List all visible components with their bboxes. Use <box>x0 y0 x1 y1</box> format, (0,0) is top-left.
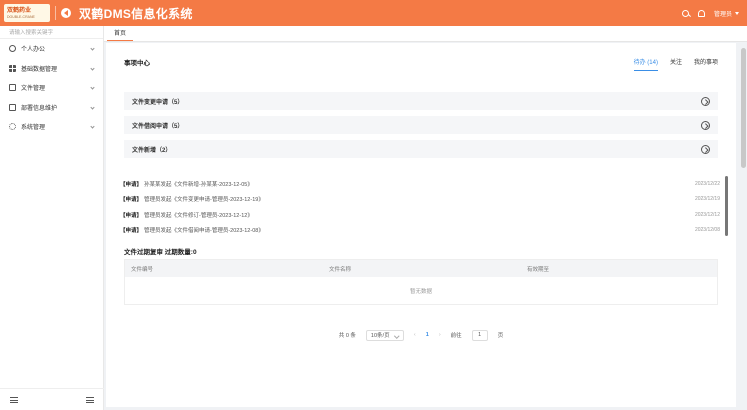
message-tag: 【申请】 <box>120 197 143 204</box>
header-divider <box>55 6 56 20</box>
message-date: 2023/12/19 <box>694 196 720 203</box>
header-actions: 管理员 <box>681 0 739 26</box>
file-icon <box>9 84 16 92</box>
pagination: 共 0 条 10条/页 ‹ 1 › 前往 1 页 <box>106 329 736 341</box>
message-tag: 【申请】 <box>120 181 143 188</box>
brand-logo: 双鹤药业 DOUBLE-CRANE <box>4 4 50 22</box>
page-size-select[interactable]: 10条/页 <box>365 329 404 341</box>
message-list: 【申请】 孙某某发起《文件新增-孙某某-2023-12-05》 2023/12/… <box>120 176 720 236</box>
list-item[interactable]: 【申请】 管理员发起《文件借阅申请-管理员-2023-12-08》 2023/1… <box>120 223 720 237</box>
collapse-group-change[interactable]: 文件变更申请（5） <box>124 92 718 110</box>
sidebar-item-label: 个人办公 <box>21 47 46 54</box>
main-area: 首页 事项中心 待办 (14) 关注 我的事项 文件变更申请（5） 文件借阅申请… <box>104 26 747 410</box>
user-menu[interactable]: 管理员 <box>714 9 732 18</box>
message-date: 2023/12/12 <box>694 211 720 218</box>
sidebar-footer <box>0 388 104 410</box>
message-text[interactable]: 管理员发起《文件借阅申请-管理员-2023-12-08》 <box>144 226 264 234</box>
pager-total: 共 0 条 <box>338 333 356 339</box>
subtab-todo[interactable]: 待办 (14) <box>633 57 658 71</box>
chevron-down-icon <box>90 104 95 110</box>
group-label: 文件变更申请（5） <box>132 99 184 106</box>
menu-fold-icon[interactable] <box>10 397 18 403</box>
sidebar-item-deploy-info[interactable]: 部署信息维护 <box>0 98 103 118</box>
top-header: 双鹤药业 DOUBLE-CRANE 双鹤DMS信息化系统 管理员 <box>0 0 747 26</box>
sidebar-item-label: 基础数据管理 <box>21 66 58 73</box>
sidebar-item-system[interactable]: 系统管理 <box>0 117 103 137</box>
expire-table: 文件编号 文件名称 有效期至 暂无数据 <box>124 259 718 305</box>
message-text[interactable]: 孙某某发起《文件新增-孙某某-2023-12-05》 <box>144 180 253 188</box>
tab-bar: 首页 <box>104 26 747 42</box>
gear-icon <box>9 123 16 131</box>
person-icon <box>9 45 16 53</box>
sidebar-item-label: 文件管理 <box>21 86 46 93</box>
prev-page-button[interactable]: ‹ <box>414 332 416 338</box>
logo-subtext: DOUBLE-CRANE <box>7 14 35 19</box>
message-tag: 【申请】 <box>120 212 143 219</box>
list-item[interactable]: 【申请】 管理员发起《文件变更申请-管理员-2023-12-19》 2023/1… <box>120 192 720 208</box>
table-empty: 暂无数据 <box>409 288 432 295</box>
app-title: 双鹤DMS信息化系统 <box>79 6 193 21</box>
chevron-right-circle-icon[interactable] <box>701 144 710 154</box>
doc-icon <box>9 103 16 111</box>
chevron-right-circle-icon[interactable] <box>701 96 710 106</box>
sidebar-item-base-data[interactable]: 基础数据管理 <box>0 59 103 79</box>
list-item[interactable]: 【申请】 孙某某发起《文件新增-孙某某-2023-12-05》 2023/12/… <box>120 176 720 192</box>
next-page-button[interactable]: › <box>439 332 441 338</box>
group-label: 文件借阅申请（5） <box>132 123 184 130</box>
message-text[interactable]: 管理员发起《文件变更申请-管理员-2023-12-19》 <box>144 195 264 203</box>
chevron-down-icon <box>90 46 95 51</box>
message-tag: 【申请】 <box>120 228 143 235</box>
chevron-down-icon[interactable] <box>735 11 739 15</box>
column-header: 文件编号 <box>131 266 154 273</box>
tab-home[interactable]: 首页 <box>107 25 134 41</box>
expire-review-title: 文件过期复审 过期数量:0 <box>124 249 197 256</box>
sidebar: 请输入搜索关键字 个人办公 基础数据管理 文件管理 部署信息维护 系统管理 <box>0 26 104 410</box>
group-label: 文件新增（2） <box>132 147 172 154</box>
chevron-down-icon <box>90 65 95 71</box>
collapse-group-new[interactable]: 文件新增（2） <box>124 140 718 158</box>
bell-icon[interactable] <box>697 9 705 17</box>
todo-subtabs: 待办 (14) 关注 我的事项 <box>633 57 718 71</box>
chevron-right-circle-icon[interactable] <box>701 120 710 130</box>
sidebar-item-personal-office[interactable]: 个人办公 <box>0 39 103 59</box>
column-header: 有效期至 <box>527 266 550 273</box>
subtab-follow[interactable]: 关注 <box>670 57 682 71</box>
page-suffix: 页 <box>497 333 504 339</box>
subtab-my-items[interactable]: 我的事项 <box>694 57 718 71</box>
main-scrollbar[interactable] <box>741 48 746 168</box>
table-header: 文件编号 文件名称 有效期至 <box>125 260 717 277</box>
sidebar-item-label: 部署信息维护 <box>21 105 58 112</box>
search-icon[interactable] <box>681 9 689 17</box>
list-item[interactable]: 【申请】 管理员发起《文件修订-管理员-2023-12-12》 2023/12/… <box>120 207 720 223</box>
column-header: 文件名称 <box>329 266 352 273</box>
chevron-down-icon <box>90 124 95 129</box>
sidebar-search-input[interactable]: 请输入搜索关键字 <box>0 26 103 39</box>
grid-icon <box>9 64 16 72</box>
goto-page-input[interactable]: 1 <box>471 329 488 341</box>
sidebar-item-label: 系统管理 <box>21 125 46 132</box>
collapse-sidebar-icon[interactable] <box>61 8 71 18</box>
goto-label: 前往 <box>450 333 462 339</box>
message-list-scrollbar[interactable] <box>725 176 728 236</box>
page-number[interactable]: 1 <box>426 332 429 338</box>
menu-expand-icon[interactable] <box>86 397 94 403</box>
logo-text: 双鹤药业 <box>7 7 32 14</box>
message-date: 2023/12/08 <box>694 227 720 234</box>
dashboard-content: 事项中心 待办 (14) 关注 我的事项 文件变更申请（5） 文件借阅申请（5）… <box>106 43 736 407</box>
collapse-group-borrow[interactable]: 文件借阅申请（5） <box>124 116 718 134</box>
message-text[interactable]: 管理员发起《文件修订-管理员-2023-12-12》 <box>144 211 253 219</box>
sidebar-item-file-management[interactable]: 文件管理 <box>0 78 103 98</box>
message-date: 2023/12/22 <box>694 180 720 187</box>
section-title: 事项中心 <box>124 60 150 67</box>
chevron-down-icon <box>90 85 95 90</box>
